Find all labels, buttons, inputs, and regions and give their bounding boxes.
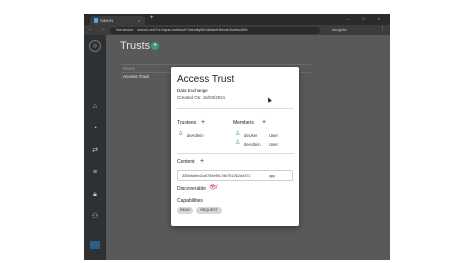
- member-role: User: [269, 133, 278, 138]
- person-icon: ♙: [235, 140, 241, 146]
- member-name: deAdmin: [244, 142, 261, 147]
- favicon-icon: [94, 18, 98, 23]
- content-label: Content: [177, 159, 195, 165]
- created-date: Created On: 16/03/2021: [177, 95, 226, 100]
- modal-title: Access Trust: [177, 74, 235, 85]
- trustees-label: Trustees: [177, 120, 197, 126]
- trustee-name: deAdmin: [187, 133, 204, 138]
- content-type: app: [269, 174, 276, 178]
- app-logo[interactable]: ◎: [89, 40, 101, 52]
- divider: [177, 108, 294, 109]
- content-item[interactable]: 330b6d5e41c6745ef917db7512624e371 app: [177, 170, 293, 181]
- members-label: Members: [233, 120, 254, 126]
- address-bar-row: ← → ↻ Not secure simonl.uni19.ir.mipas.n…: [84, 25, 390, 35]
- browser-tab[interactable]: SIMON ×: [90, 16, 145, 25]
- divider: [177, 153, 294, 154]
- incognito-indicator: Incognito: [332, 27, 347, 34]
- home-icon[interactable]: ⌂: [90, 102, 100, 112]
- sidebar-bottom-button[interactable]: [90, 241, 100, 249]
- person-icon: ♙: [235, 131, 241, 137]
- discoverable-label: Discoverable: [177, 186, 206, 192]
- person-icon: ♙: [178, 131, 184, 137]
- access-trust-modal: Access Trust Data Exchange Created On: 1…: [171, 67, 299, 226]
- add-content-button[interactable]: +: [200, 158, 204, 165]
- add-trustee-button[interactable]: +: [201, 119, 205, 126]
- dashboard-icon[interactable]: ◔: [90, 124, 100, 134]
- column-header-name[interactable]: Name: [123, 66, 135, 71]
- add-member-button[interactable]: +: [262, 119, 266, 126]
- browser-menu-icon[interactable]: ⋮: [380, 26, 385, 32]
- share-icon[interactable]: ⇄: [90, 146, 100, 156]
- member-role: User: [269, 142, 278, 147]
- close-tab-icon[interactable]: ×: [138, 16, 140, 25]
- table-divider: [121, 64, 311, 65]
- user-settings-icon[interactable]: ⚇: [90, 212, 100, 222]
- window-controls[interactable]: – □ ×: [347, 16, 386, 21]
- modal-subtitle: Data Exchange: [177, 88, 208, 93]
- lock-icon[interactable]: 🔒︎: [90, 190, 100, 200]
- add-trust-button[interactable]: +: [151, 42, 159, 50]
- database-icon[interactable]: ≡: [90, 168, 100, 178]
- capability-chip-read: READ: [177, 207, 193, 214]
- address-bar[interactable]: Not secure simonl.uni19.ir.mipas.net/tru…: [110, 26, 320, 34]
- incognito-label: Incognito: [332, 27, 347, 32]
- table-row[interactable]: Access Trust: [123, 74, 149, 79]
- not-discoverable-icon[interactable]: 👁︎̸: [209, 184, 217, 191]
- member-name: deUser: [244, 133, 258, 138]
- capabilities-label: Capabilities: [177, 198, 203, 204]
- new-tab-button[interactable]: +: [150, 15, 154, 21]
- page-title: Trusts: [120, 40, 151, 52]
- tab-bar: SIMON × + – □ ×: [84, 14, 390, 25]
- security-indicator[interactable]: Not secure: [116, 28, 133, 32]
- tab-title: SIMON: [100, 18, 114, 23]
- capability-chip-request: REQUEST: [196, 207, 222, 214]
- content-hash: 330b6d5e41c6745ef917db7512624e371: [182, 174, 251, 178]
- url-text: simonl.uni19.ir.mipas.net/trust/?/identi…: [137, 27, 248, 32]
- sidebar: ◎ ⌂ ◔ ⇄ ≡ 🔒︎ ⚇: [84, 35, 106, 260]
